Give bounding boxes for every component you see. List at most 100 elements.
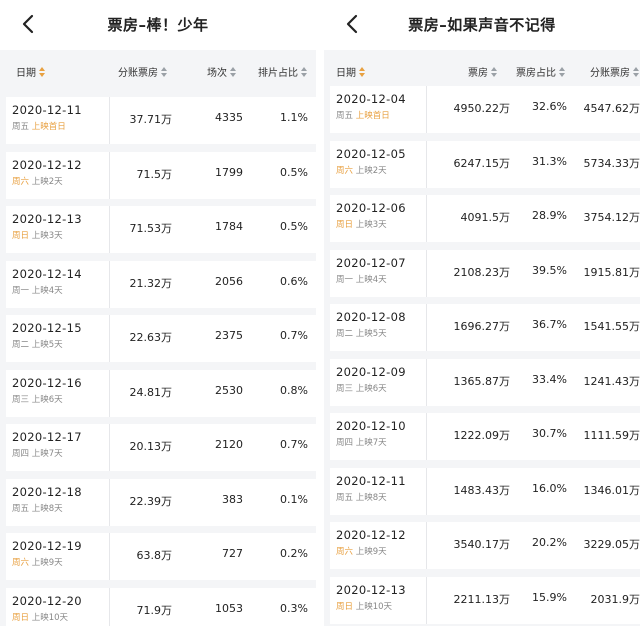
row-subtitle: 周四 上映7天 <box>336 436 387 448</box>
table-row[interactable]: 2020-12-11 周五 上映8天 1483.43万 16.0% 1346.01万 <box>330 467 640 515</box>
table-row[interactable]: 2020-12-16 周三 上映6天 24.81万 2530 0.8% <box>6 369 316 417</box>
table-row[interactable]: 2020-12-11 周五 上映首日 37.71万 4335 1.1% <box>6 97 316 144</box>
row-cell-3: 1.1% <box>280 111 308 124</box>
row-date: 2020-12-20 <box>12 593 82 608</box>
sort-icon <box>230 66 236 77</box>
row-release-day: 上映8天 <box>31 503 63 514</box>
row-release-day: 上映7天 <box>355 438 387 448</box>
row-date: 2020-12-18 <box>12 484 82 499</box>
row-cell-3: 3754.12万 <box>583 211 640 224</box>
row-weekday: 周五 <box>12 503 30 514</box>
table-row[interactable]: 2020-12-20 周日 上映10天 71.9万 1053 0.3% <box>6 587 316 626</box>
header-date[interactable]: 日期 <box>336 64 365 79</box>
row-cell-3: 0.7% <box>280 329 308 342</box>
row-weekday: 周二 <box>336 329 354 339</box>
sort-icon <box>559 66 565 77</box>
header-label: 票房 <box>468 68 488 79</box>
column-divider <box>109 424 110 471</box>
row-subtitle: 周六 上映2天 <box>12 175 63 187</box>
table-row[interactable]: 2020-12-07 周一 上映4天 2108.23万 39.5% 1915.81万 <box>330 249 640 297</box>
header-schedule-ratio[interactable]: 排片占比 <box>258 64 307 79</box>
row-cell-2: 30.7% <box>532 427 567 440</box>
row-weekday: 周三 <box>336 383 354 394</box>
table-row[interactable]: 2020-12-13 周日 上映3天 71.53万 1784 0.5% <box>6 206 316 253</box>
column-divider <box>109 369 110 417</box>
row-release-day: 上映9天 <box>31 558 63 568</box>
row-cell-2: 39.5% <box>532 263 567 277</box>
table-row[interactable]: 2020-12-12 周六 上映2天 71.5万 1799 0.5% <box>6 151 316 199</box>
row-release-day: 上映3天 <box>31 231 63 241</box>
row-date: 2020-12-07 <box>336 255 406 270</box>
header-split-boxoffice[interactable]: 分账票房 <box>590 64 639 79</box>
header-date[interactable]: 日期 <box>16 64 45 79</box>
row-cell-1: 21.32万 <box>129 276 173 290</box>
header-label: 日期 <box>336 68 356 79</box>
row-date: 2020-12-16 <box>12 375 82 390</box>
header-boxoffice[interactable]: 票房 <box>468 64 497 79</box>
table-row[interactable]: 2020-12-18 周五 上映8天 22.39万 383 0.1% <box>6 478 316 526</box>
row-cell-1: 22.63万 <box>129 331 173 344</box>
table-row[interactable]: 2020-12-06 周日 上映3天 4091.5万 28.9% 3754.12万 <box>330 195 640 242</box>
row-release-day: 上映10天 <box>355 601 393 612</box>
row-weekday: 周六 <box>336 165 354 176</box>
sort-icon <box>39 66 45 77</box>
row-weekday: 周一 <box>12 285 30 296</box>
row-date: 2020-12-12 <box>336 528 406 542</box>
row-cell-1: 1365.87万 <box>453 374 511 388</box>
sort-icon <box>633 66 639 77</box>
table-row[interactable]: 2020-12-09 周三 上映6天 1365.87万 33.4% 1241.43万 <box>330 358 640 406</box>
table-row[interactable]: 2020-12-17 周四 上映7天 20.13万 2120 0.7% <box>6 424 316 471</box>
row-cell-2: 36.7% <box>532 318 567 331</box>
row-cell-2: 16.0% <box>532 481 567 495</box>
row-cell-2: 4335 <box>215 111 243 124</box>
table-row[interactable]: 2020-12-12 周六 上映9天 3540.17万 20.2% 3229.05万 <box>330 522 640 569</box>
page: 票房–棒！少年 日期 分账票房 场次 排片占比 2020-12-11 周五 上映首… <box>0 0 640 626</box>
row-date: 2020-12-12 <box>12 157 82 172</box>
table-row[interactable]: 2020-12-14 周一 上映4天 21.32万 2056 0.6% <box>6 260 316 308</box>
row-weekday: 周五 <box>336 111 354 121</box>
row-release-day: 上映首日 <box>31 122 66 132</box>
row-subtitle: 周五 上映首日 <box>12 120 66 132</box>
table-row[interactable]: 2020-12-04 周五 上映首日 4950.22万 32.6% 4547.62万 <box>330 86 640 133</box>
column-divider <box>109 97 110 144</box>
row-date: 2020-12-13 <box>336 582 406 597</box>
row-cell-3: 4547.62万 <box>583 102 640 115</box>
column-divider <box>109 315 110 362</box>
table-row[interactable]: 2020-12-05 周六 上映2天 6247.15万 31.3% 5734.33万 <box>330 140 640 188</box>
row-cell-1: 71.53万 <box>129 222 173 235</box>
row-cell-2: 1799 <box>215 165 243 179</box>
row-subtitle: 周五 上映8天 <box>336 491 387 503</box>
column-divider <box>109 478 110 526</box>
row-cell-2: 727 <box>222 547 243 560</box>
row-cell-2: 2375 <box>215 329 243 342</box>
sort-icon <box>301 66 307 77</box>
row-cell-3: 1346.01万 <box>583 483 640 497</box>
row-cell-1: 37.71万 <box>129 113 173 126</box>
column-divider <box>426 86 427 133</box>
table-row[interactable]: 2020-12-08 周二 上映5天 1696.27万 36.7% 1541.55万 <box>330 304 640 351</box>
row-date: 2020-12-17 <box>12 430 82 444</box>
row-cell-3: 5734.33万 <box>583 156 640 170</box>
row-cell-3: 0.5% <box>280 165 308 179</box>
header-split-boxoffice[interactable]: 分账票房 <box>118 64 167 79</box>
header-label: 分账票房 <box>118 68 158 79</box>
column-divider <box>426 413 427 460</box>
row-cell-3: 1915.81万 <box>583 265 640 279</box>
sort-icon <box>161 66 167 77</box>
table-row[interactable]: 2020-12-19 周六 上映9天 63.8万 727 0.2% <box>6 533 316 580</box>
row-release-day: 上映7天 <box>31 449 63 459</box>
table-row[interactable]: 2020-12-15 周二 上映5天 22.63万 2375 0.7% <box>6 315 316 362</box>
row-cell-2: 1784 <box>215 220 243 233</box>
row-release-day: 上映2天 <box>355 165 387 176</box>
column-divider <box>426 522 427 569</box>
header-label: 场次 <box>207 68 227 79</box>
header-screenings[interactable]: 场次 <box>207 64 236 79</box>
row-cell-1: 1222.09万 <box>453 429 511 442</box>
table-row[interactable]: 2020-12-10 周四 上映7天 1222.09万 30.7% 1111.59万 <box>330 413 640 460</box>
row-subtitle: 周五 上映首日 <box>336 109 390 121</box>
header-label: 日期 <box>16 68 36 79</box>
row-cell-1: 71.5万 <box>136 167 173 181</box>
row-weekday: 周日 <box>12 612 30 623</box>
table-row[interactable]: 2020-12-13 周日 上映10天 2211.13万 15.9% 2031.9万 <box>330 576 640 624</box>
header-boxoffice-ratio[interactable]: 票房占比 <box>516 64 565 79</box>
